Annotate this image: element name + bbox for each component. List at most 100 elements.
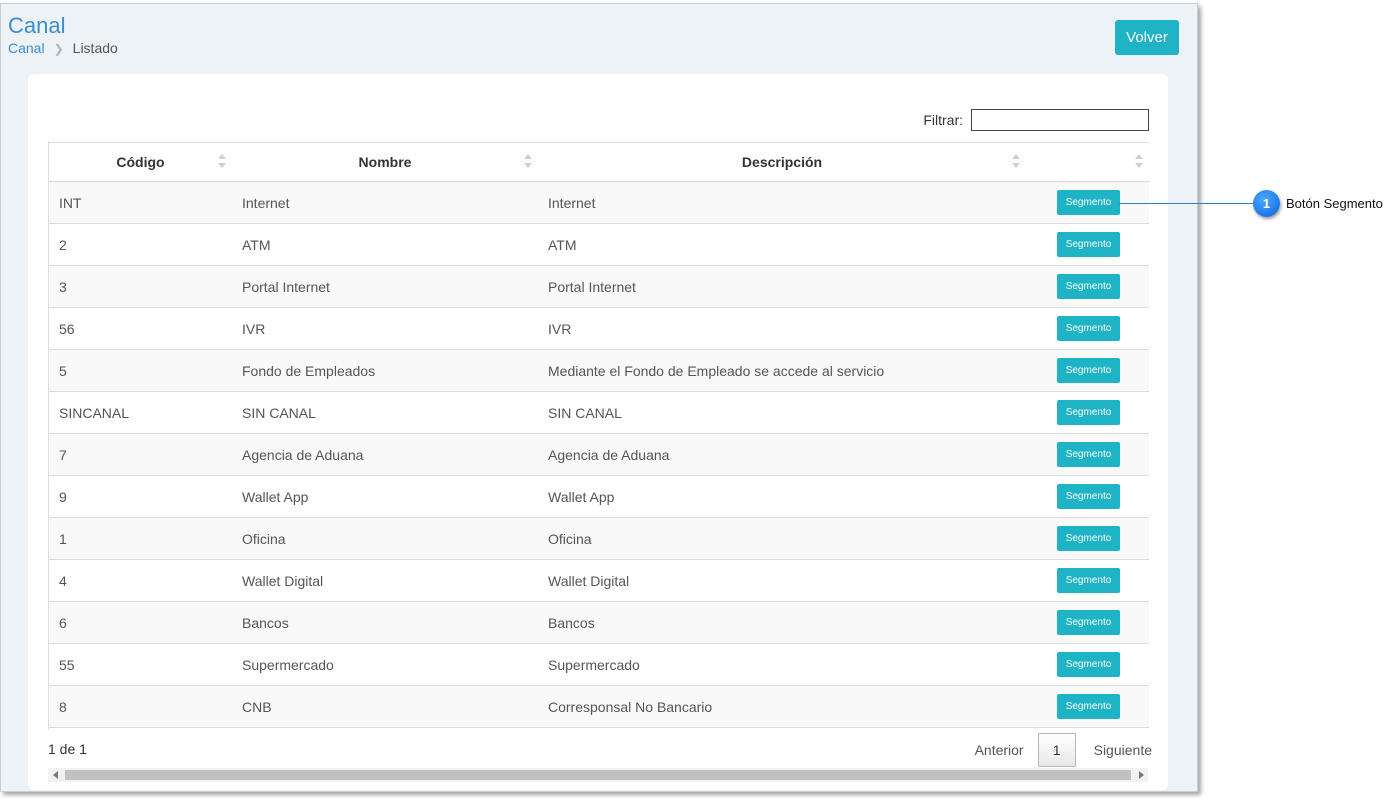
segmento-button[interactable]: Segmento bbox=[1057, 652, 1120, 677]
cell-nombre: Portal Internet bbox=[232, 265, 538, 308]
content-card: Filtrar: Código Nombre Descripción INT In… bbox=[28, 74, 1168, 790]
cell-actions: Segmento bbox=[1026, 307, 1149, 350]
segmento-button[interactable]: Segmento bbox=[1057, 610, 1120, 635]
cell-codigo: 7 bbox=[49, 433, 232, 476]
table-header-row: Código Nombre Descripción bbox=[49, 143, 1149, 182]
cell-descripcion: Supermercado bbox=[538, 643, 1026, 686]
cell-actions: Segmento bbox=[1026, 391, 1149, 434]
filter-input[interactable] bbox=[971, 109, 1149, 131]
app-window: Canal Canal ❯ Listado Volver Filtrar: Códi… bbox=[0, 3, 1198, 792]
cell-actions: Segmento bbox=[1026, 559, 1149, 602]
cell-nombre: Bancos bbox=[232, 601, 538, 644]
callout-text: Botón Segmento bbox=[1286, 196, 1383, 211]
cell-actions: Segmento bbox=[1026, 517, 1149, 560]
table-row: INT Internet Internet Segmento bbox=[49, 181, 1149, 224]
table-row: SINCANAL SIN CANAL SIN CANAL Segmento bbox=[49, 391, 1149, 434]
cell-nombre: Wallet Digital bbox=[232, 559, 538, 602]
cell-nombre: Fondo de Empleados bbox=[232, 349, 538, 392]
cell-codigo: 2 bbox=[49, 223, 232, 266]
cell-actions: Segmento bbox=[1026, 601, 1149, 644]
prev-page-link[interactable]: Anterior bbox=[975, 742, 1024, 758]
breadcrumb-current: Listado bbox=[72, 40, 118, 56]
column-header-codigo[interactable]: Código bbox=[49, 143, 232, 182]
next-page-link[interactable]: Siguiente bbox=[1094, 742, 1152, 758]
page-info: 1 de 1 bbox=[48, 741, 87, 757]
table-row: 4 Wallet Digital Wallet Digital Segmento bbox=[49, 559, 1149, 602]
page-button-current[interactable]: 1 bbox=[1037, 733, 1076, 767]
cell-codigo: 1 bbox=[49, 517, 232, 560]
cell-nombre: Supermercado bbox=[232, 643, 538, 686]
segmento-button[interactable]: Segmento bbox=[1057, 358, 1120, 383]
cell-codigo: 55 bbox=[49, 643, 232, 686]
canal-table: Código Nombre Descripción INT Internet Int… bbox=[49, 143, 1149, 728]
sort-icon bbox=[1012, 154, 1020, 168]
cell-actions: Segmento bbox=[1026, 223, 1149, 266]
cell-codigo: 9 bbox=[49, 475, 232, 518]
scroll-left-icon[interactable] bbox=[48, 768, 62, 782]
segmento-button[interactable]: Segmento bbox=[1057, 400, 1120, 425]
table-row: 1 Oficina Oficina Segmento bbox=[49, 517, 1149, 560]
callout-badge: 1 bbox=[1253, 190, 1280, 217]
table-scroll-area: Código Nombre Descripción INT Internet Int… bbox=[48, 142, 1149, 729]
table-row: 55 Supermercado Supermercado Segmento bbox=[49, 643, 1149, 686]
cell-descripcion: Internet bbox=[538, 181, 1026, 224]
breadcrumb-link-canal[interactable]: Canal bbox=[8, 40, 45, 56]
column-header-nombre[interactable]: Nombre bbox=[232, 143, 538, 182]
cell-codigo: 3 bbox=[49, 265, 232, 308]
cell-descripcion: Mediante el Fondo de Empleado se accede … bbox=[538, 349, 1026, 392]
cell-descripcion: SIN CANAL bbox=[538, 391, 1026, 434]
cell-descripcion: IVR bbox=[538, 307, 1026, 350]
cell-actions: Segmento bbox=[1026, 349, 1149, 392]
segmento-button[interactable]: Segmento bbox=[1057, 316, 1120, 341]
cell-nombre: Wallet App bbox=[232, 475, 538, 518]
filter-label: Filtrar: bbox=[923, 112, 963, 128]
cell-actions: Segmento bbox=[1026, 475, 1149, 518]
cell-codigo: 56 bbox=[49, 307, 232, 350]
column-header-actions[interactable] bbox=[1026, 143, 1149, 182]
cell-nombre: ATM bbox=[232, 223, 538, 266]
cell-actions: Segmento bbox=[1026, 685, 1149, 728]
segmento-button[interactable]: Segmento bbox=[1057, 484, 1120, 509]
filter-group: Filtrar: bbox=[923, 109, 1149, 131]
cell-codigo: 8 bbox=[49, 685, 232, 728]
cell-codigo: 5 bbox=[49, 349, 232, 392]
segmento-button[interactable]: Segmento bbox=[1057, 568, 1120, 593]
table-row: 7 Agencia de Aduana Agencia de Aduana Segme… bbox=[49, 433, 1149, 476]
segmento-button[interactable]: Segmento bbox=[1057, 190, 1120, 215]
chevron-right-icon: ❯ bbox=[53, 42, 64, 56]
cell-nombre: IVR bbox=[232, 307, 538, 350]
cell-nombre: SIN CANAL bbox=[232, 391, 538, 434]
table-row: 5 Fondo de Empleados Mediante el Fondo de … bbox=[49, 349, 1149, 392]
table-row: 56 IVR IVR Segmento bbox=[49, 307, 1149, 350]
scroll-right-icon[interactable] bbox=[1134, 768, 1148, 782]
segmento-button[interactable]: Segmento bbox=[1057, 232, 1120, 257]
table-row: 3 Portal Internet Portal Internet Segmento bbox=[49, 265, 1149, 308]
column-header-descripcion[interactable]: Descripción bbox=[538, 143, 1026, 182]
callout-line bbox=[1119, 203, 1255, 204]
cell-descripcion: Bancos bbox=[538, 601, 1026, 644]
table-row: 9 Wallet App Wallet App Segmento bbox=[49, 475, 1149, 518]
cell-codigo: 6 bbox=[49, 601, 232, 644]
horizontal-scrollbar[interactable] bbox=[48, 768, 1148, 782]
sort-icon bbox=[1135, 154, 1143, 168]
table-row: 6 Bancos Bancos Segmento bbox=[49, 601, 1149, 644]
table-row: 2 ATM ATM Segmento bbox=[49, 223, 1149, 266]
scrollbar-thumb[interactable] bbox=[65, 770, 1131, 780]
cell-descripcion: Wallet App bbox=[538, 475, 1026, 518]
back-button[interactable]: Volver bbox=[1115, 20, 1179, 55]
cell-codigo: INT bbox=[49, 181, 232, 224]
breadcrumb: Canal ❯ Listado bbox=[8, 40, 118, 56]
sort-icon bbox=[524, 154, 532, 168]
page-title: Canal bbox=[8, 13, 66, 38]
segmento-button[interactable]: Segmento bbox=[1057, 526, 1120, 551]
cell-actions: Segmento bbox=[1026, 433, 1149, 476]
cell-descripcion: Wallet Digital bbox=[538, 559, 1026, 602]
pagination: Anterior 1 Siguiente bbox=[975, 733, 1152, 767]
segmento-button[interactable]: Segmento bbox=[1057, 442, 1120, 467]
cell-nombre: Oficina bbox=[232, 517, 538, 560]
cell-nombre: Agencia de Aduana bbox=[232, 433, 538, 476]
segmento-button[interactable]: Segmento bbox=[1057, 694, 1120, 719]
segmento-button[interactable]: Segmento bbox=[1057, 274, 1120, 299]
cell-descripcion: Oficina bbox=[538, 517, 1026, 560]
table-row: 8 CNB Corresponsal No Bancario Segmento bbox=[49, 685, 1149, 728]
